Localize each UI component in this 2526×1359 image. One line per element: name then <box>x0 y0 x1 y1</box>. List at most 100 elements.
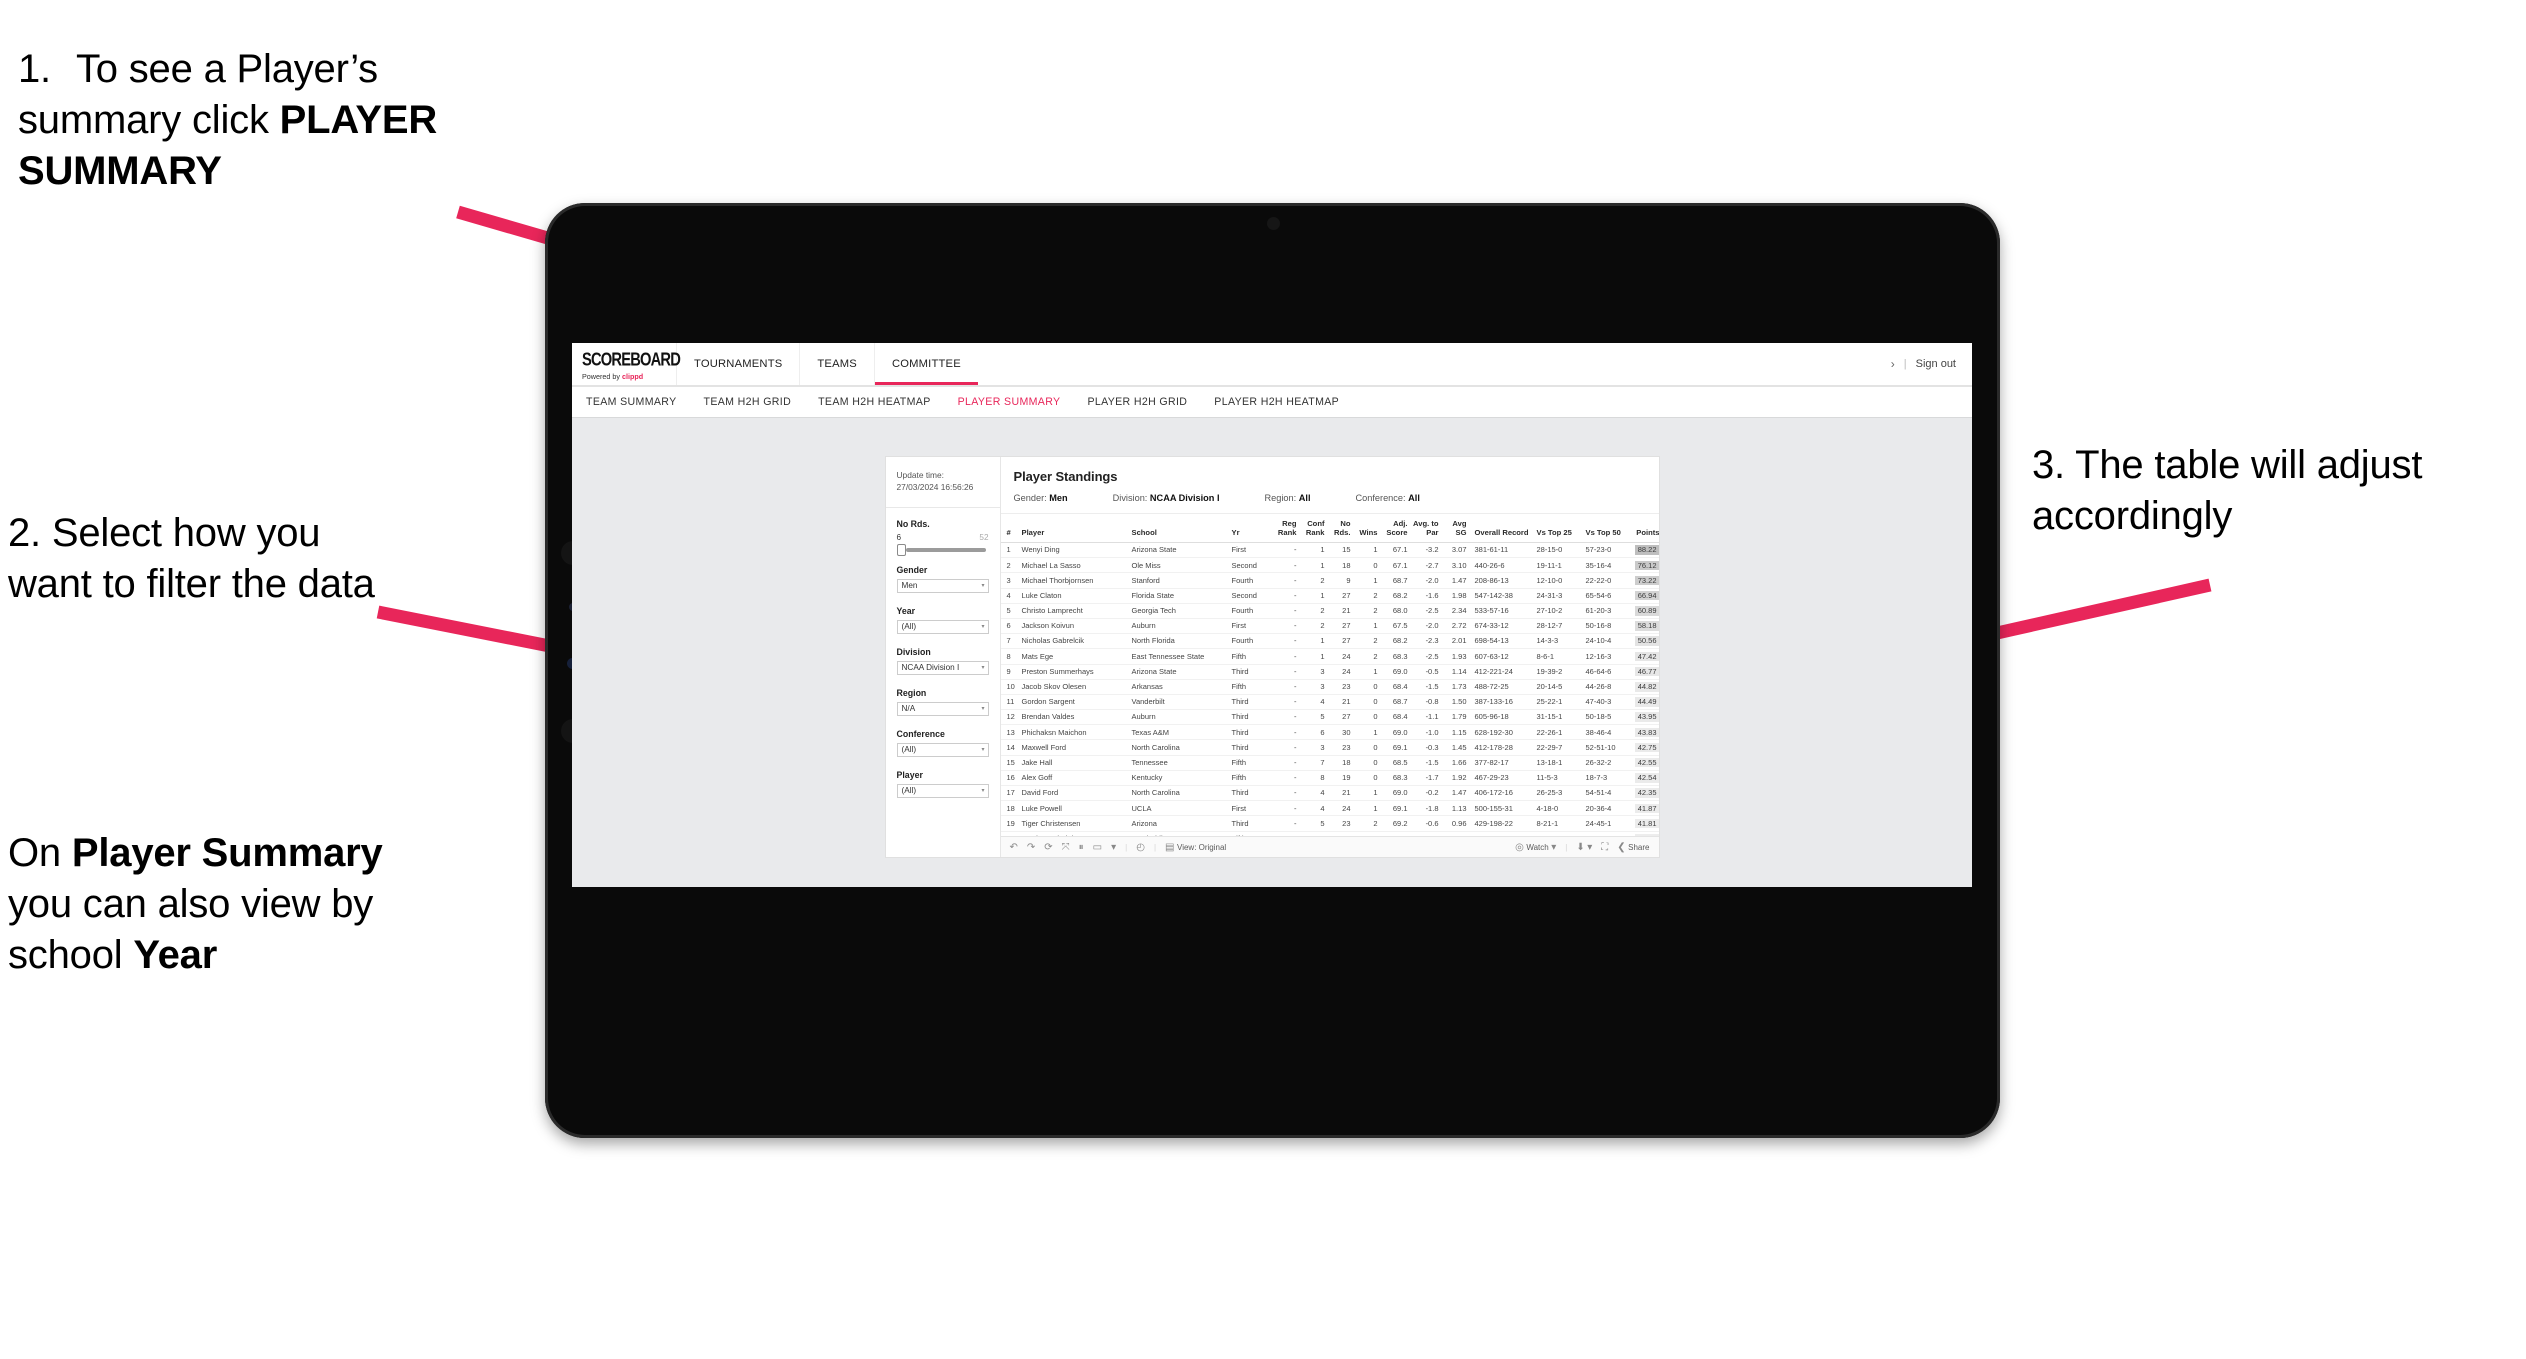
tab-player-summary[interactable]: PLAYER SUMMARY <box>958 396 1061 408</box>
revert-icon[interactable]: ⟳ <box>1044 842 1052 853</box>
share-button[interactable]: ❮ Share <box>1617 842 1649 853</box>
table-row[interactable]: 17 David Ford North Carolina Third -4 21 1 69.0… <box>1000 785 1659 802</box>
table-row[interactable]: 18 Luke Powell UCLA First -4 24 1 69.1 -1.8 1.13 5… <box>1000 800 1659 817</box>
col-wins[interactable]: Wins <box>1352 514 1380 543</box>
slider-max-value: 52 <box>979 532 989 542</box>
tab-player-h2h-heatmap[interactable]: PLAYER H2H HEATMAP <box>1214 396 1339 408</box>
cell-adj-score: 68.5 <box>1379 755 1410 771</box>
col-avg-to-par[interactable]: Avg. to Par <box>1409 514 1441 543</box>
table-row[interactable]: 19 Tiger Christensen Arizona Third -5 23 2 69.2… <box>1000 815 1659 832</box>
chevron-right-icon[interactable]: › <box>1891 357 1895 371</box>
tab-player-h2h-grid[interactable]: PLAYER H2H GRID <box>1087 396 1187 408</box>
table-row[interactable]: 15 Jake Hall Tennessee Fifth -7 18 0 68.5 -1.5 1.… <box>1000 755 1659 771</box>
table-row[interactable]: 12 Brendan Valdes Auburn Third -5 27 0 68.4 -1.1… <box>1000 709 1659 726</box>
rectangle-icon[interactable]: ▭ <box>1093 842 1102 853</box>
table-row[interactable]: 8 Mats Ege East Tennessee State Fifth -1 24 2 6… <box>1000 648 1659 665</box>
watch-label: Watch <box>1526 842 1549 852</box>
table-row[interactable]: 10 Jacob Skov Olesen Arkansas Fifth -3 23 0 68.… <box>1000 679 1659 695</box>
table-row[interactable]: 14 Maxwell Ford North Carolina Third -3 23 0 69… <box>1000 739 1659 756</box>
sign-out-link[interactable]: Sign out <box>1916 358 1956 370</box>
download-icon: ⬇ <box>1576 841 1585 853</box>
filter-player-select[interactable]: (All) ▾ <box>896 783 989 798</box>
toolbar-right-group: ◎ Watch ▾ | ⬇ ▾ ⛶ ❮ Share <box>1515 842 1649 853</box>
cell-overall-record: 412-221-24 <box>1468 664 1533 680</box>
filter-year-select[interactable]: (All) ▾ <box>896 619 989 634</box>
col-avg-sg[interactable]: Avg SG <box>1440 514 1469 543</box>
viz-main: Player Standings Gender: Men Division: N… <box>1000 457 1659 857</box>
table-row[interactable]: 6 Jackson Koivun Auburn First -2 27 1 67.5 -2.0 2… <box>1000 618 1659 635</box>
cell-adj-score: 69.1 <box>1379 800 1410 817</box>
col-no-rds[interactable]: No Rds. <box>1326 514 1353 543</box>
col-reg-rank[interactable]: Reg Rank <box>1272 514 1299 543</box>
cell-points: 46.77 <box>1630 664 1659 680</box>
col-vs-top-50[interactable]: Vs Top 50 <box>1581 514 1631 543</box>
header-nav-teams[interactable]: TEAMS <box>799 343 874 385</box>
cell-player: Luke Powell <box>1017 800 1130 817</box>
viz-applied-filters: Gender: Men Division: NCAA Division I Re… <box>1000 484 1659 514</box>
col-overall-record[interactable]: Overall Record <box>1468 514 1533 543</box>
cell-vs-top-50: 65-54-6 <box>1581 588 1631 604</box>
table-row[interactable]: 5 Christo Lamprecht Georgia Tech Fourth -2 21… <box>1000 603 1659 619</box>
redo-icon[interactable]: ↷ <box>1027 842 1035 853</box>
cell-wins: 1 <box>1352 572 1380 589</box>
col-yr[interactable]: Yr <box>1229 514 1273 543</box>
cell-conf-rank: 2 <box>1298 572 1327 589</box>
table-row[interactable]: 16 Alex Goff Kentucky Fifth -8 19 0 68.3 -1.7 1.9… <box>1000 770 1659 787</box>
watch-button[interactable]: ◎ Watch ▾ <box>1515 842 1556 853</box>
table-row[interactable]: 2 Michael La Sasso Ole Miss Second -1 18 0 67.1… <box>1000 557 1659 574</box>
cell-avg-to-par: -3.2 <box>1409 542 1441 559</box>
slider-handle[interactable] <box>896 543 906 556</box>
cell-overall-record: 533-57-16 <box>1468 603 1533 619</box>
filter-region-select[interactable]: N/A ▾ <box>896 701 989 716</box>
filter-division: Division NCAA Division I ▾ <box>896 647 989 675</box>
filter-division-select[interactable]: NCAA Division I ▾ <box>896 660 989 675</box>
col-rank[interactable]: # <box>1000 514 1018 543</box>
refresh-icon[interactable]: ⤧ <box>1062 842 1070 853</box>
table-row[interactable]: 13 Phichaksn Maichon Texas A&M Third -6 30 1 69… <box>1000 724 1659 741</box>
table-row[interactable]: 7 Nicholas Gabrelcik North Florida Fourth -1… <box>1000 633 1659 650</box>
undo-icon[interactable]: ↶ <box>1010 842 1018 853</box>
chevron-down-icon[interactable]: ▾ <box>1111 842 1116 853</box>
header-nav-tournaments[interactable]: TOURNAMENTS <box>676 343 799 385</box>
workbook-canvas: Update time: 27/03/2024 16:56:26 No Rds.… <box>572 418 1972 887</box>
points-value: 88.22 <box>1634 545 1659 555</box>
player-standings-table-wrapper[interactable]: # Player School Yr Reg Rank Conf Rank No… <box>1000 514 1659 836</box>
filter-player-value: (All) <box>901 786 917 796</box>
fullscreen-icon[interactable]: ⛶ <box>1601 842 1608 853</box>
view-original-button[interactable]: ▤ View: Original <box>1165 842 1226 853</box>
tab-team-h2h-grid[interactable]: TEAM H2H GRID <box>704 396 792 408</box>
no-rounds-slider[interactable] <box>896 543 986 556</box>
filter-player-label: Player <box>896 769 923 780</box>
cell-wins: 0 <box>1352 694 1380 711</box>
cell-school: Tennessee <box>1129 755 1230 771</box>
col-player[interactable]: Player <box>1017 514 1130 543</box>
scoreboard-logo[interactable]: SCOREBOARD Powered by clippd <box>572 343 681 385</box>
workbook-tab-bar: TEAM SUMMARY TEAM H2H GRID TEAM H2H HEAT… <box>572 387 1972 418</box>
col-school[interactable]: School <box>1129 514 1230 543</box>
annotation-2b-bold-1: Player Summary <box>71 831 383 875</box>
cell-school: North Florida <box>1129 633 1230 650</box>
chevron-down-icon: ▾ <box>981 788 985 795</box>
col-vs-top-25[interactable]: Vs Top 25 <box>1532 514 1582 543</box>
col-adj-score[interactable]: Adj. Score <box>1379 514 1410 543</box>
table-row[interactable]: 4 Luke Claton Florida State Second -1 27 2 68.2… <box>1000 588 1659 604</box>
table-row[interactable]: 11 Gordon Sargent Vanderbilt Third -4 21 0 68.7… <box>1000 694 1659 711</box>
filter-conference-select[interactable]: (All) ▾ <box>896 742 989 757</box>
clock-icon[interactable]: ◴ <box>1136 842 1145 853</box>
table-row[interactable]: 3 Michael Thorbjornsen Stanford Fourth -2 9 1 6… <box>1000 572 1659 589</box>
tab-team-h2h-heatmap[interactable]: TEAM H2H HEATMAP <box>818 396 931 408</box>
cell-adj-score: 69.1 <box>1379 739 1410 756</box>
table-row[interactable]: 9 Preston Summerhays Arizona State Third -3 2… <box>1000 664 1659 680</box>
filter-gender-select[interactable]: Men ▾ <box>896 578 989 593</box>
cell-avg-to-par: -0.6 <box>1409 815 1441 832</box>
tab-team-summary[interactable]: TEAM SUMMARY <box>586 396 677 408</box>
points-value: 73.22 <box>1634 575 1659 586</box>
header-nav-committee[interactable]: COMMITTEE <box>873 343 978 385</box>
table-row[interactable]: 20Matthew RiedelVanderbiltFifth-923068.5… <box>1000 831 1659 836</box>
table-row[interactable]: 1 Wenyi Ding Arizona State First -1 15 1 67.1 -3… <box>1000 542 1659 559</box>
col-points[interactable]: Points <box>1630 514 1659 543</box>
points-value: 40.98 <box>1634 833 1659 836</box>
download-button[interactable]: ⬇ ▾ <box>1576 842 1592 853</box>
col-conf-rank[interactable]: Conf Rank <box>1298 514 1327 543</box>
pause-icon[interactable]: ⏸ <box>1079 842 1084 853</box>
